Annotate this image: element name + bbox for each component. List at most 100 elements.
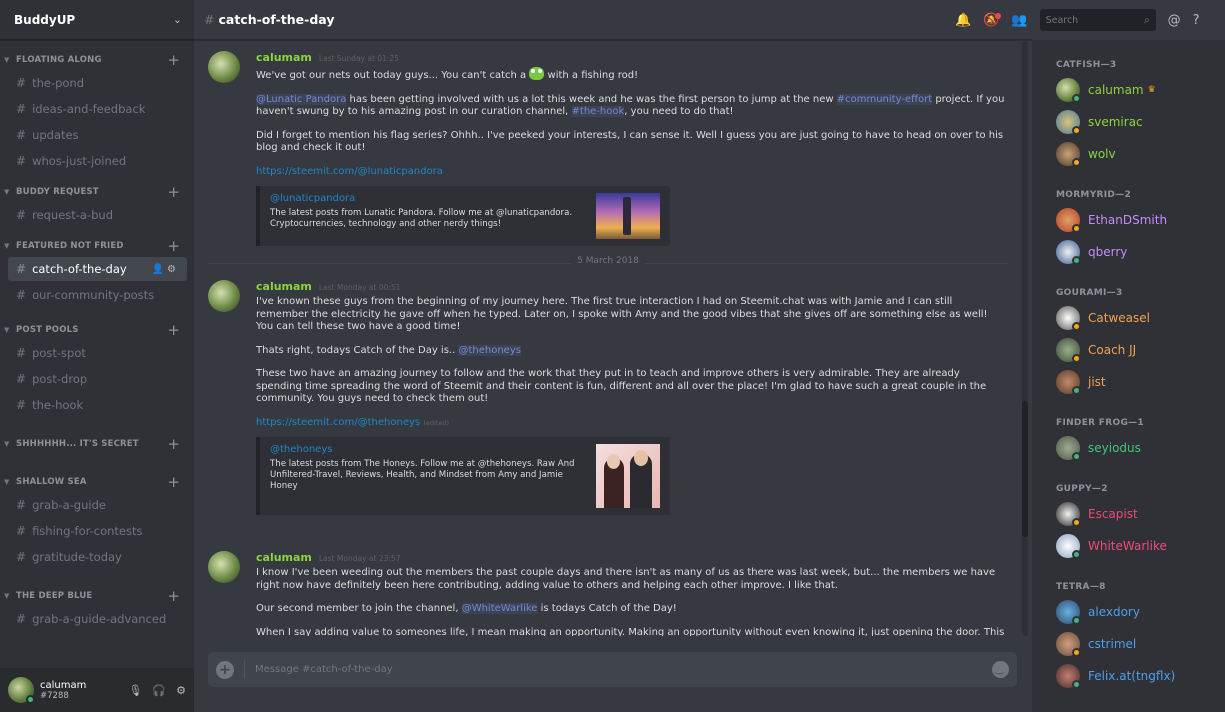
add-channel-icon[interactable]: +	[167, 322, 180, 338]
channel-fishing-for-contests[interactable]: # fishing-for-contests	[8, 519, 187, 543]
add-channel-icon[interactable]: +	[167, 588, 180, 604]
search-box[interactable]: ⌕	[1039, 9, 1156, 31]
message: calumam Last Monday at 00:51 I've known …	[194, 280, 1024, 515]
category-post-pools[interactable]: ▼ POST POOLS +	[0, 321, 194, 339]
member-item[interactable]: EthanDSmith	[1056, 204, 1225, 236]
role-header: GUPPY—2	[1056, 484, 1108, 494]
avatar[interactable]	[8, 677, 35, 704]
member-name: calumam	[1088, 83, 1144, 97]
username: calumam	[40, 679, 87, 691]
scrollbar[interactable]	[1022, 41, 1028, 636]
channel-mention[interactable]: #community-effort	[836, 93, 933, 105]
avatar[interactable]	[208, 280, 240, 312]
add-channel-icon[interactable]: +	[167, 238, 180, 254]
channel-grab-a-guide-advanced[interactable]: # grab-a-guide-advanced	[8, 607, 187, 631]
mentions-icon[interactable]: @	[1168, 13, 1181, 28]
notification-settings-icon[interactable]: 🔕	[983, 12, 1002, 28]
category-featured-not-fried[interactable]: ▼ FEATURED NOT FRIED +	[0, 237, 194, 255]
member-list: CATFISH—3 calumam ♛ svemirac wolv MORMYR…	[1032, 40, 1225, 712]
search-icon[interactable]: ⌕	[1144, 15, 1150, 26]
channel-whos-just-joined[interactable]: # whos-just-joined	[8, 149, 187, 173]
upload-icon[interactable]: +	[216, 660, 234, 679]
user-mention[interactable]: @Lunatic Pandora	[256, 93, 347, 105]
message-author[interactable]: calumam	[256, 280, 312, 293]
hashtag-icon: #	[16, 128, 27, 142]
message-author[interactable]: calumam	[256, 551, 312, 564]
chevron-down-icon[interactable]: ⌄	[173, 13, 182, 26]
emoji-picker-icon[interactable]	[992, 661, 1009, 678]
message-author[interactable]: calumam	[256, 51, 312, 64]
hashtag-icon: #	[16, 346, 27, 360]
member-item[interactable]: Catweasel	[1056, 302, 1225, 334]
microphone-icon[interactable]: 🎙	[128, 684, 142, 697]
member-item[interactable]: WhiteWarlike	[1056, 530, 1225, 562]
member-item[interactable]: Coach JJ	[1056, 334, 1225, 366]
category-floating-along[interactable]: ▼ FLOATING ALONG +	[0, 51, 194, 69]
message-input[interactable]	[255, 664, 992, 675]
add-channel-icon[interactable]: +	[167, 436, 180, 452]
message-link[interactable]: https://steemit.com/@lunaticpandora	[256, 166, 443, 177]
status-idle-icon	[1072, 354, 1081, 363]
channel-catch-of-the-day[interactable]: # catch-of-the-day 👤⚙	[8, 257, 187, 281]
category-the-deep-blue[interactable]: ▼ THE DEEP BLUE +	[0, 587, 194, 605]
message-link[interactable]: https://steemit.com/@thehoneys	[256, 417, 420, 428]
message: calumam Last Monday at 23:57 I know I've…	[194, 551, 1024, 636]
avatar[interactable]	[208, 51, 240, 83]
channel-ideas-and-feedback[interactable]: # ideas-and-feedback	[8, 97, 187, 121]
hashtag-icon: #	[16, 498, 27, 512]
add-channel-icon[interactable]: +	[167, 184, 180, 200]
scrollbar-thumb[interactable]	[1022, 401, 1028, 537]
member-item[interactable]: cstrimel	[1056, 628, 1225, 660]
invite-icon[interactable]: 👤	[152, 264, 167, 275]
embed-title[interactable]: @lunaticpandora	[270, 193, 590, 204]
channel-post-spot[interactable]: # post-spot	[8, 341, 187, 365]
add-channel-icon[interactable]: +	[167, 52, 180, 68]
member-item[interactable]: Felix.at(tngflx)	[1056, 660, 1225, 692]
avatar	[1056, 600, 1081, 625]
avatar	[1056, 664, 1081, 689]
help-icon[interactable]: ?	[1193, 13, 1200, 28]
status-online-icon	[1072, 386, 1081, 395]
member-item[interactable]: jist	[1056, 366, 1225, 398]
member-item[interactable]: Escapist	[1056, 498, 1225, 530]
category-secret[interactable]: ▼ SHHHHHH... IT'S SECRET +	[0, 435, 194, 453]
channel-updates[interactable]: # updates	[8, 123, 187, 147]
role-header: MORMYRID—2	[1056, 190, 1132, 200]
member-item[interactable]: seyiodus	[1056, 432, 1225, 464]
hashtag-icon: #	[16, 154, 27, 168]
user-mention[interactable]: @WhiteWarlike	[461, 603, 538, 614]
channel-the-hook[interactable]: # the-hook	[8, 393, 187, 417]
member-item[interactable]: calumam ♛	[1056, 74, 1225, 106]
channel-grab-a-guide[interactable]: # grab-a-guide	[8, 493, 187, 517]
server-header[interactable]: BuddyUP ⌄	[0, 0, 194, 40]
channel-gratitude-today[interactable]: # gratitude-today	[8, 545, 187, 569]
member-item[interactable]: qberry	[1056, 236, 1225, 268]
gear-icon[interactable]: ⚙	[176, 684, 186, 697]
channel-label: updates	[32, 128, 79, 142]
user-mention[interactable]: @thehoneys	[458, 344, 521, 356]
embed-thumbnail[interactable]	[596, 193, 660, 239]
avatar[interactable]	[208, 551, 240, 583]
add-channel-icon[interactable]: +	[167, 474, 180, 490]
channel-request-a-bud[interactable]: # request-a-bud	[8, 203, 187, 227]
embed-title[interactable]: @thehoneys	[270, 444, 590, 455]
headphones-icon[interactable]: 🎧	[152, 684, 166, 697]
channel-our-community-posts[interactable]: # our-community-posts	[8, 283, 187, 307]
channel-mention[interactable]: #the-hook	[571, 106, 625, 117]
search-input[interactable]	[1045, 14, 1132, 26]
member-item[interactable]: wolv	[1056, 138, 1225, 170]
channel-sidebar: BuddyUP ⌄ ▼ FLOATING ALONG + # the-pond # i…	[0, 0, 194, 712]
embed-thumbnail[interactable]	[596, 444, 660, 508]
channel-the-pond[interactable]: # the-pond	[8, 71, 187, 95]
category-buddy-request[interactable]: ▼ BUDDY REQUEST +	[0, 183, 194, 201]
member-item[interactable]: svemirac	[1056, 106, 1225, 138]
gear-icon[interactable]: ⚙	[167, 264, 179, 275]
channel-label: ideas-and-feedback	[32, 102, 146, 116]
category-shallow-sea[interactable]: ▼ SHALLOW SEA +	[0, 473, 194, 491]
bell-icon[interactable]: 🔔	[955, 13, 971, 28]
status-idle-icon	[1072, 518, 1081, 527]
member-item[interactable]: alexdory	[1056, 596, 1225, 628]
status-idle-icon	[1072, 126, 1081, 135]
member-list-icon[interactable]: 👥	[1011, 13, 1027, 28]
channel-post-drop[interactable]: # post-drop	[8, 367, 187, 391]
